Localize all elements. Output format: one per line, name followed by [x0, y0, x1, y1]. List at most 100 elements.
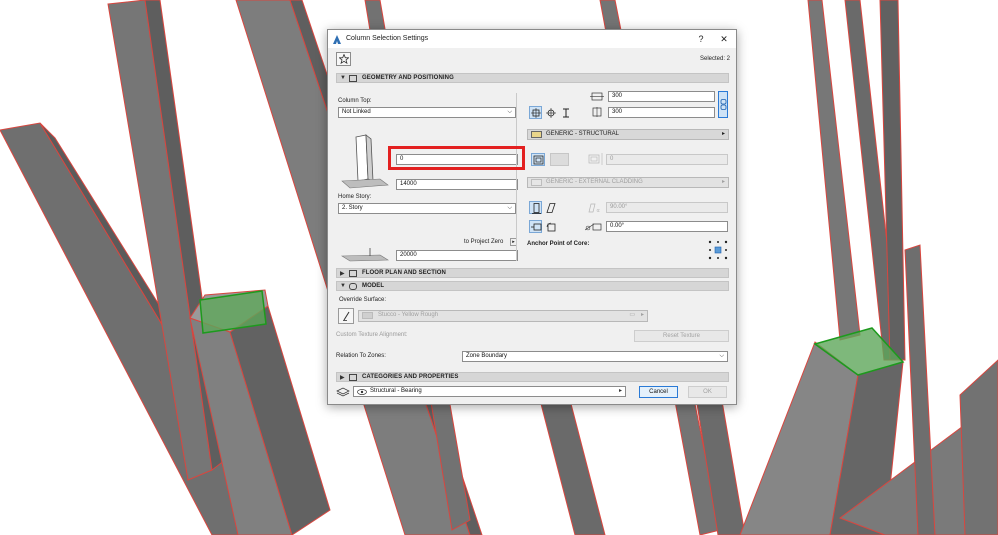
highlight-annotation	[388, 146, 525, 170]
width-input[interactable]: 300	[608, 91, 715, 102]
chevron-down-icon: ⌵	[719, 353, 724, 359]
plan-orientation-button[interactable]	[529, 220, 542, 233]
circular-shape-button[interactable]	[544, 106, 557, 119]
rotate-column-icon	[546, 222, 556, 232]
chevron-right-icon: ▸	[721, 179, 725, 185]
help-button[interactable]: ?	[694, 33, 708, 45]
anchor-point-label: Anchor Point of Core:	[527, 241, 590, 247]
width-dimension-icon	[590, 92, 604, 101]
surface-swatch-icon	[362, 312, 373, 319]
relation-to-zones-label: Relation To Zones:	[336, 353, 386, 359]
column-preview-icon	[341, 134, 389, 189]
override-surface-toggle[interactable]	[338, 308, 354, 324]
home-story-value: 2. Story	[342, 205, 363, 211]
dialog-title: Column Selection Settings	[346, 35, 429, 42]
depth-dimension-icon	[592, 107, 602, 117]
paint-brush-icon	[343, 311, 350, 321]
cancel-button[interactable]: Cancel	[639, 386, 678, 398]
veneer-core-icon	[533, 155, 544, 165]
vertical-column-icon	[532, 203, 541, 214]
veneer-thickness-input[interactable]: 0	[606, 154, 728, 165]
surface-options-icon: ▭	[629, 312, 635, 318]
column-top-value: Not Linked	[342, 109, 371, 115]
height-input[interactable]: 14000	[396, 179, 518, 190]
veneer-none-button[interactable]	[531, 153, 545, 166]
archicad-logo-icon	[333, 35, 341, 44]
rectangular-shape-button[interactable]	[529, 106, 542, 119]
relation-to-zones-select[interactable]: Zone Boundary ⌵	[462, 351, 728, 362]
collapse-arrow-icon: ▼	[340, 75, 346, 81]
column-top-select[interactable]: Not Linked ⌵	[338, 107, 516, 118]
column-orientation-icon	[531, 223, 542, 231]
section-geometry-title: GEOMETRY AND POSITIONING	[362, 75, 454, 81]
section-floor-plan-title: FLOOR PLAN AND SECTION	[362, 270, 446, 276]
rectangular-section-icon	[531, 108, 541, 118]
veneer-thickness-icon	[588, 153, 603, 165]
rotation-angle-icon	[585, 223, 602, 231]
chain-link-icon	[720, 99, 727, 110]
chevron-right-icon: ▸	[721, 131, 725, 137]
svg-text:α: α	[597, 208, 601, 213]
slanted-column-button[interactable]	[544, 201, 557, 214]
veneer-material-select[interactable]: GENERIC - EXTERNAL CLADDING ▸	[527, 177, 729, 188]
rotation-angle-input[interactable]: 0.00°	[606, 221, 728, 232]
floor-plan-icon	[349, 270, 357, 277]
link-dimensions-toggle[interactable]	[718, 91, 728, 118]
section-categories[interactable]: ▶ CATEGORIES AND PROPERTIES	[336, 372, 729, 382]
override-surface-label: Override Surface:	[339, 297, 387, 303]
favorites-button[interactable]	[336, 52, 351, 66]
section-model[interactable]: ▼ MODEL	[336, 281, 729, 291]
core-material-value: GENERIC - STRUCTURAL	[546, 131, 620, 137]
vertical-column-button[interactable]	[529, 201, 542, 214]
slant-angle-input[interactable]: 90.00°	[606, 202, 728, 213]
surface-material-value: Stucco - Yellow Rough	[378, 312, 439, 318]
chevron-down-icon: ⌵	[507, 109, 512, 115]
elevation-icon	[340, 248, 390, 262]
elevation-input[interactable]: 20000	[396, 250, 518, 261]
column-selection-settings-dialog: Column Selection Settings ? ✕ Selected: …	[327, 29, 737, 405]
anchor-grid-icon[interactable]	[708, 240, 728, 260]
material-swatch-icon	[531, 131, 542, 138]
title-bar[interactable]: Column Selection Settings ? ✕	[328, 30, 736, 48]
geometry-icon	[349, 75, 357, 82]
expand-arrow-icon: ▶	[340, 271, 345, 277]
reference-label[interactable]: to Project Zero	[464, 239, 503, 245]
layer-icon	[336, 387, 350, 397]
expand-arrow-icon: ▶	[340, 375, 345, 381]
texture-alignment-label: Custom Texture Alignment:	[336, 332, 408, 338]
close-button[interactable]: ✕	[717, 33, 731, 45]
slanted-column-icon	[546, 203, 556, 213]
chevron-right-icon: ▸	[640, 312, 644, 318]
chevron-right-icon: ▸	[618, 388, 622, 394]
chevron-down-icon: ⌵	[507, 205, 512, 211]
categories-icon	[349, 374, 357, 381]
section-floor-plan[interactable]: ▶ FLOOR PLAN AND SECTION	[336, 268, 729, 278]
layer-select[interactable]: Structural - Bearing ▸	[353, 386, 626, 397]
i-profile-icon	[563, 108, 569, 118]
rotate-orientation-button[interactable]	[544, 220, 557, 233]
section-categories-title: CATEGORIES AND PROPERTIES	[362, 374, 459, 380]
slant-angle-icon: α	[588, 203, 601, 213]
ok-button[interactable]: OK	[688, 386, 727, 398]
section-geometry[interactable]: ▼ GEOMETRY AND POSITIONING	[336, 73, 729, 83]
collapse-arrow-icon: ▼	[340, 283, 346, 289]
veneer-type-select[interactable]	[550, 153, 569, 166]
home-story-select[interactable]: 2. Story ⌵	[338, 203, 516, 214]
material-swatch-icon	[531, 179, 542, 186]
model-icon	[349, 283, 357, 290]
favorites-icon	[339, 54, 349, 64]
reset-texture-button[interactable]: Reset Texture	[634, 330, 729, 342]
depth-input[interactable]: 300	[608, 107, 715, 118]
surface-material-select[interactable]: Stucco - Yellow Rough ▭ ▸	[358, 310, 648, 322]
section-model-title: MODEL	[362, 283, 385, 289]
profile-shape-button[interactable]	[559, 106, 572, 119]
selected-count: Selected: 2	[700, 56, 731, 62]
relation-to-zones-value: Zone Boundary	[466, 353, 508, 359]
veneer-material-value: GENERIC - EXTERNAL CLADDING	[546, 179, 643, 185]
home-story-label: Home Story:	[338, 194, 372, 200]
core-material-select[interactable]: GENERIC - STRUCTURAL ▸	[527, 129, 729, 140]
layer-value: Structural - Bearing	[370, 388, 422, 394]
column-divider	[516, 93, 517, 261]
eye-icon	[357, 389, 367, 395]
circular-section-icon	[546, 108, 556, 118]
